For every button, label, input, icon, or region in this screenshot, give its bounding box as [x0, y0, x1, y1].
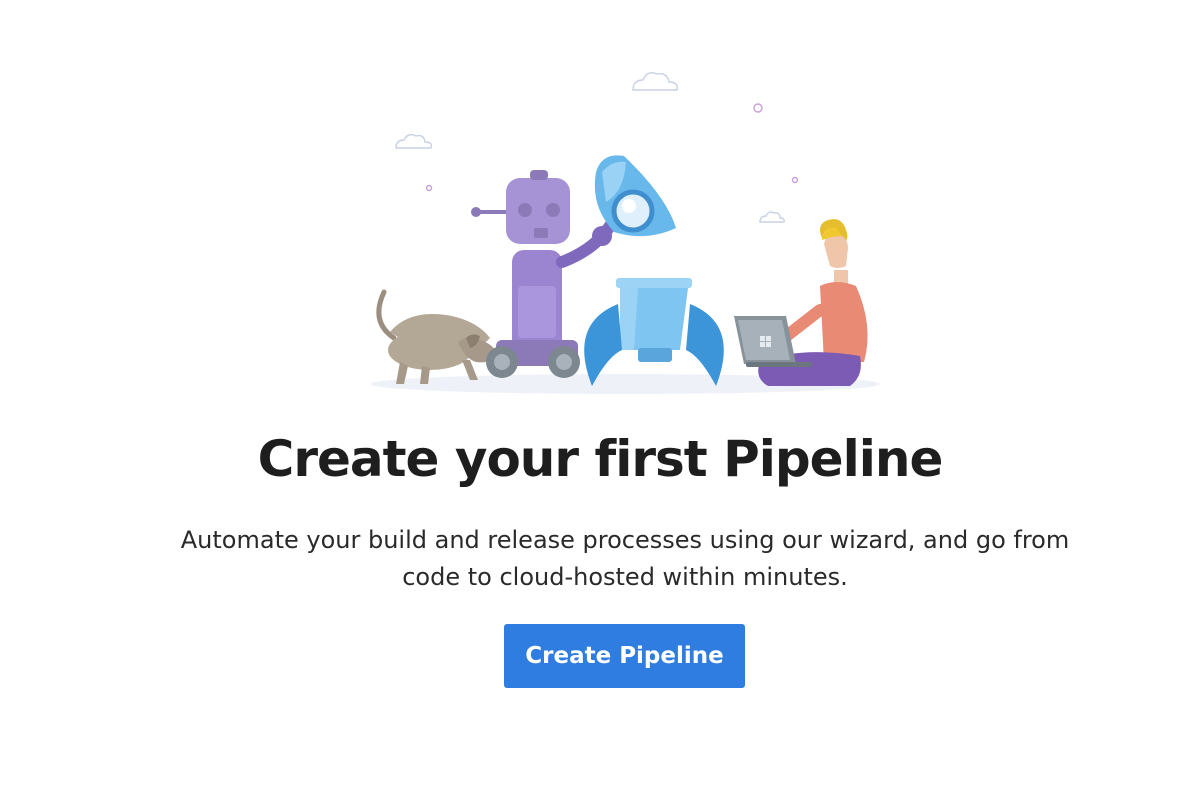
page-description: Automate your build and release processe… [180, 526, 1070, 591]
create-pipeline-button[interactable]: Create Pipeline [504, 624, 745, 688]
rocket-base-illustration [584, 278, 724, 386]
empty-state-page: Create your first Pipeline Automate your… [0, 0, 1200, 785]
pipeline-illustration [370, 72, 880, 394]
page-title: Create your first Pipeline [257, 430, 944, 488]
hero-illustration [350, 60, 910, 395]
developer-illustration [734, 219, 868, 386]
cloud-icon [632, 72, 679, 91]
cloud-icon [759, 211, 785, 223]
cloud-icon [395, 133, 433, 149]
dog-illustration [376, 289, 498, 384]
